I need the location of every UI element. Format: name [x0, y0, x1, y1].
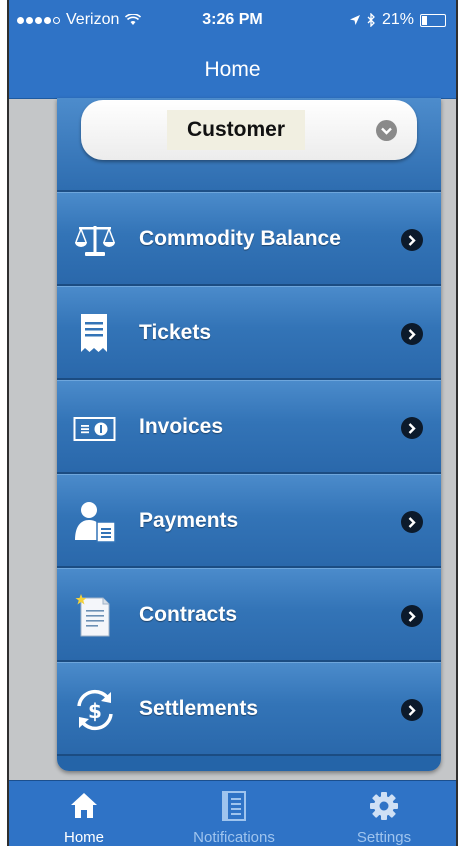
location-arrow-icon	[349, 15, 360, 25]
notifications-icon	[222, 791, 246, 821]
battery-icon	[420, 13, 446, 27]
chevron-right-icon	[401, 699, 423, 721]
scale-icon	[75, 226, 115, 256]
contract-icon	[75, 594, 110, 637]
chevron-right-icon	[401, 511, 423, 533]
menu-item-invoices[interactable]: Invoices	[57, 380, 441, 474]
menu-item-tickets[interactable]: Tickets	[57, 286, 441, 380]
tab-label: Settings	[356, 829, 412, 846]
customer-select[interactable]: Customer	[81, 100, 417, 160]
menu-item-label: Contracts	[139, 603, 238, 626]
chevron-right-icon	[401, 605, 423, 627]
menu-item-label: Settlements	[139, 697, 259, 720]
status-bar: Verizon 3:26 PM 21%	[9, 0, 456, 42]
gear-icon	[370, 792, 398, 820]
tab-label: Notifications	[193, 829, 275, 846]
status-right-group: 21%	[349, 11, 446, 29]
page-title: Home	[204, 58, 261, 81]
customer-select-label: Customer	[167, 110, 305, 150]
tab-home[interactable]: Home	[9, 781, 159, 846]
home-icon	[71, 793, 97, 818]
chevron-right-icon	[401, 229, 423, 251]
phone-screen: Verizon 3:26 PM 21% Home Customer Commod…	[7, 0, 458, 846]
menu-item-payments[interactable]: Payments	[57, 474, 441, 568]
svg-text:$: $	[88, 699, 102, 723]
menu-item-label: Tickets	[139, 321, 211, 344]
menu-item-label: Invoices	[139, 415, 224, 438]
tab-label: Home	[63, 829, 104, 846]
main-menu-panel: Customer Commodity Balance Tickets Invoi…	[57, 98, 441, 771]
battery-percent: 21%	[381, 11, 414, 28]
chevron-right-icon	[401, 323, 423, 345]
bluetooth-icon	[367, 13, 375, 27]
menu-item-commodity-balance[interactable]: Commodity Balance	[57, 192, 441, 286]
tab-settings[interactable]: Settings	[309, 781, 456, 846]
chevron-down-icon	[376, 120, 397, 141]
menu-item-label: Commodity Balance	[139, 227, 341, 250]
customer-select-area: Customer	[57, 98, 441, 192]
tab-bar: Home Notifications Settings	[9, 780, 456, 846]
tab-notifications[interactable]: Notifications	[159, 781, 309, 846]
menu-item-settlements[interactable]: $ Settlements	[57, 662, 441, 756]
settlement-icon: $	[77, 689, 113, 731]
menu-item-contracts[interactable]: Contracts	[57, 568, 441, 662]
menu-item-label: Payments	[139, 509, 239, 532]
nav-bar: Home	[9, 42, 456, 99]
chevron-right-icon	[401, 417, 423, 439]
payment-user-icon	[75, 502, 116, 543]
invoice-icon	[73, 417, 116, 441]
receipt-icon	[81, 314, 107, 352]
